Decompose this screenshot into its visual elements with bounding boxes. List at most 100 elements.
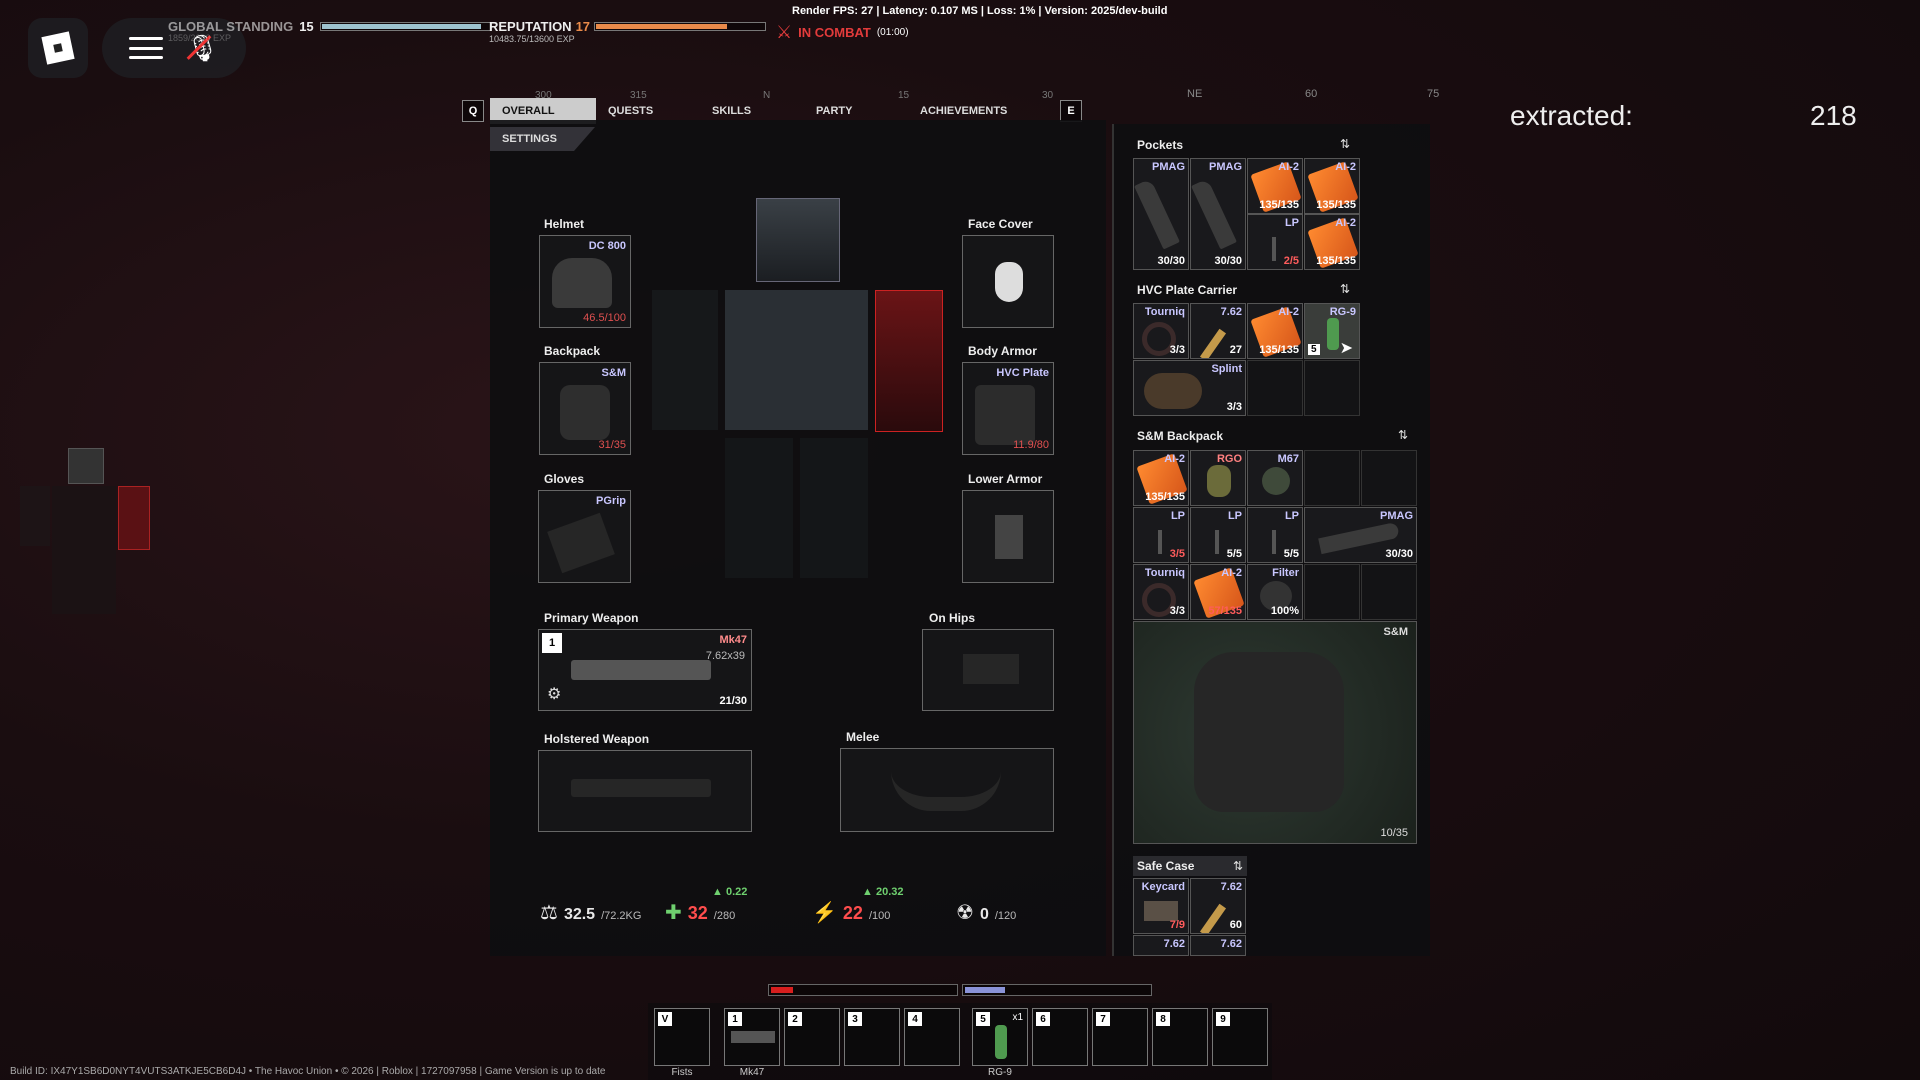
carrier-item-count: 3/3 bbox=[1226, 401, 1242, 413]
primary-weapon-slot[interactable]: 1 Mk47 7.62x39 ⚙ 21/30 bbox=[538, 629, 752, 711]
backpack-item-name: AI-2 bbox=[1164, 453, 1185, 465]
safe-case-item[interactable]: 7.62 bbox=[1133, 935, 1189, 956]
helmet-name: DC 800 bbox=[588, 240, 626, 252]
backpack-item[interactable]: M67 bbox=[1247, 450, 1303, 506]
backpack-preview[interactable]: S&M 10/35 bbox=[1133, 621, 1417, 844]
sort-icon[interactable]: ⇅ bbox=[1233, 859, 1243, 873]
sort-icon[interactable]: ⇅ bbox=[1340, 282, 1350, 296]
carrier-item[interactable]: AI-2 135/135 bbox=[1247, 303, 1303, 359]
reputation-exp: 10483.75/13600 EXP bbox=[489, 34, 575, 44]
stamina-bar bbox=[962, 984, 1152, 996]
bullet-icon bbox=[1199, 903, 1227, 933]
health-delta: ▲ 0.22 bbox=[712, 886, 748, 898]
tab-next-key[interactable]: E bbox=[1060, 100, 1082, 122]
pocket-item[interactable]: PMAG 30/30 bbox=[1133, 158, 1189, 270]
hotbar-key: 8 bbox=[1156, 1012, 1170, 1026]
backpack-item[interactable]: LP 5/5 bbox=[1247, 507, 1303, 563]
m67-grenade-icon bbox=[1262, 467, 1290, 495]
backpack-item-count: 30/30 bbox=[1385, 548, 1413, 560]
extracted-label: extracted: bbox=[1510, 100, 1633, 131]
holstered-weapon-slot[interactable] bbox=[538, 750, 752, 832]
backpack-empty-cell[interactable] bbox=[1361, 564, 1417, 620]
backpack-empty-cell[interactable] bbox=[1304, 450, 1360, 506]
hotbar-slot-7[interactable]: 7 bbox=[1092, 1008, 1148, 1066]
hotbar-slot-1[interactable]: 1 bbox=[724, 1008, 780, 1066]
gloves-slot[interactable]: PGrip bbox=[538, 490, 631, 583]
carrier-item[interactable]: Splint 3/3 bbox=[1133, 360, 1246, 416]
backpack-slot[interactable]: S&M 31/35 bbox=[539, 362, 631, 455]
on-hips-slot[interactable] bbox=[922, 629, 1054, 711]
hotbar-slot-6[interactable]: 6 bbox=[1032, 1008, 1088, 1066]
backpack-item[interactable]: LP 3/5 bbox=[1133, 507, 1189, 563]
backpack-item-name: PMAG bbox=[1380, 510, 1413, 522]
backpack-item[interactable]: AI-2 57/135 bbox=[1190, 564, 1246, 620]
backpack-preview-name: S&M bbox=[1383, 626, 1408, 638]
safe-case-item-name: 7.62 bbox=[1220, 881, 1242, 893]
safe-case-item[interactable]: Keycard 7/9 bbox=[1133, 878, 1189, 934]
body-armor-name: HVC Plate bbox=[996, 367, 1049, 379]
sort-icon[interactable]: ⇅ bbox=[1398, 428, 1408, 442]
backpack-item[interactable]: LP 5/5 bbox=[1190, 507, 1246, 563]
lower-armor-slot[interactable] bbox=[962, 490, 1054, 583]
backpack-item-count: 5/5 bbox=[1283, 548, 1299, 560]
gear-icon[interactable]: ⚙ bbox=[547, 684, 561, 704]
hotbar-slot-3[interactable]: 3 bbox=[844, 1008, 900, 1066]
backpack-item-name: RGO bbox=[1216, 453, 1242, 465]
pocket-item-count: 135/135 bbox=[1316, 255, 1356, 267]
character-right-leg bbox=[800, 438, 868, 578]
carrier-empty-cell[interactable] bbox=[1247, 360, 1303, 416]
hotbar-slot-8[interactable]: 8 bbox=[1152, 1008, 1208, 1066]
backpack-item[interactable]: AI-2 135/135 bbox=[1133, 450, 1189, 506]
safe-case-item[interactable]: 7.62 bbox=[1190, 935, 1246, 956]
energy-value: 22 bbox=[842, 903, 863, 923]
hotbar-slot-2[interactable]: 2 bbox=[784, 1008, 840, 1066]
hotbar-slot-5[interactable]: 5 x1 bbox=[972, 1008, 1028, 1066]
backpack-empty-cell[interactable] bbox=[1361, 450, 1417, 506]
holstered-weapon-label: Holstered Weapon bbox=[544, 732, 650, 746]
pocket-item[interactable]: PMAG 30/30 bbox=[1190, 158, 1246, 270]
sort-icon[interactable]: ⇅ bbox=[1340, 137, 1350, 151]
cursor-icon: ➤ bbox=[1339, 340, 1353, 357]
backpack-item[interactable]: Filter 100% bbox=[1247, 564, 1303, 620]
backpack-item[interactable]: RGO bbox=[1190, 450, 1246, 506]
pocket-item[interactable]: AI-2 135/135 bbox=[1304, 214, 1360, 270]
hotbar-key: 6 bbox=[1036, 1012, 1050, 1026]
hotbar-slot-4[interactable]: 4 bbox=[904, 1008, 960, 1066]
carrier-empty-cell[interactable] bbox=[1304, 360, 1360, 416]
body-armor-slot[interactable]: HVC Plate 11.9/80 bbox=[962, 362, 1054, 455]
pocket-item-name: PMAG bbox=[1209, 161, 1242, 173]
hamburger-menu-icon[interactable] bbox=[129, 37, 164, 59]
rgo-grenade-icon bbox=[1207, 465, 1231, 497]
painkiller-icon bbox=[1215, 530, 1219, 554]
backpack-item[interactable]: PMAG 30/30 bbox=[1304, 507, 1417, 563]
pocket-item[interactable]: AI-2 135/135 bbox=[1304, 158, 1360, 214]
combat-status: ⚔ IN COMBAT (01:00) bbox=[776, 22, 909, 43]
pocket-item-name: LP bbox=[1284, 217, 1299, 229]
face-cover-slot[interactable] bbox=[962, 235, 1054, 328]
hotbar-label: RG-9 bbox=[988, 1067, 1012, 1078]
backpack-item[interactable]: Tourniq 3/3 bbox=[1133, 564, 1189, 620]
tab-prev-key[interactable]: Q bbox=[462, 100, 484, 122]
pocket-item[interactable]: AI-2 135/135 bbox=[1247, 158, 1303, 214]
hotbar-label: Mk47 bbox=[739, 1067, 765, 1078]
roblox-menu-button[interactable] bbox=[28, 18, 88, 78]
backpack-item-count: 57/135 bbox=[1208, 605, 1242, 617]
backpack-empty-cell[interactable] bbox=[1304, 564, 1360, 620]
hotbar-slot-v[interactable]: V bbox=[654, 1008, 710, 1066]
plate-carrier-icon bbox=[975, 385, 1035, 445]
carrier-item-name: Tourniq bbox=[1144, 306, 1185, 318]
melee-slot[interactable] bbox=[840, 748, 1054, 832]
pocket-item[interactable]: LP 2/5 bbox=[1247, 214, 1303, 270]
keycard-icon bbox=[1144, 901, 1178, 921]
bullet-icon bbox=[1199, 328, 1227, 358]
carrier-item[interactable]: 7.62 27 bbox=[1190, 303, 1246, 359]
safe-case-item[interactable]: 7.62 60 bbox=[1190, 878, 1246, 934]
pocket-item-name: AI-2 bbox=[1278, 161, 1299, 173]
character-thumb-arm-injured bbox=[118, 486, 150, 550]
rifle-icon bbox=[571, 660, 711, 680]
backpack-name: S&M bbox=[601, 367, 626, 379]
helmet-slot[interactable]: DC 800 46.5/100 bbox=[539, 235, 631, 328]
carrier-item[interactable]: RG-9 5 ➤ bbox=[1304, 303, 1360, 359]
carrier-item[interactable]: Tourniq 3/3 bbox=[1133, 303, 1189, 359]
hotbar-slot-9[interactable]: 9 bbox=[1212, 1008, 1268, 1066]
